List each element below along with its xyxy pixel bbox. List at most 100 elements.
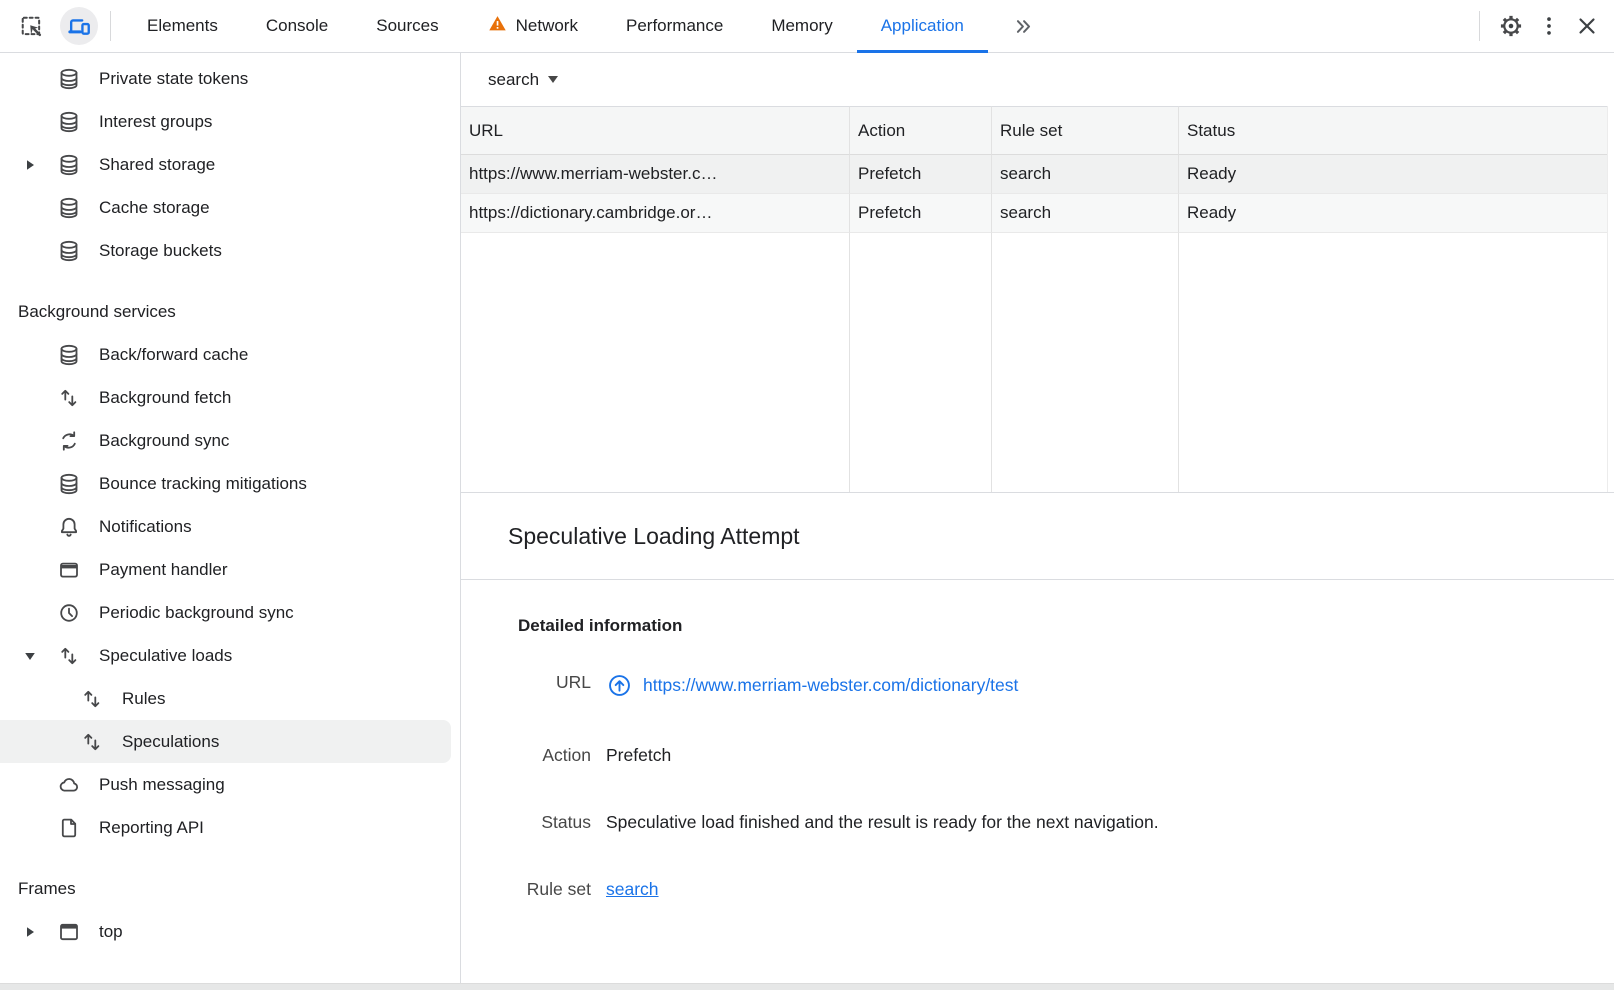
tab-network[interactable]: Network	[463, 0, 602, 52]
sidebar-item-background-fetch[interactable]: Background fetch	[0, 376, 460, 419]
tab-console[interactable]: Console	[242, 0, 352, 52]
inspect-element-button[interactable]	[12, 7, 50, 45]
sidebar-item-reporting-api[interactable]: Reporting API	[0, 806, 460, 849]
expander-down-icon[interactable]	[20, 649, 57, 663]
tab-memory[interactable]: Memory	[747, 0, 856, 52]
sidebar-item-notifications[interactable]: Notifications	[0, 505, 460, 548]
warning-icon	[487, 13, 508, 34]
expander-right-icon[interactable]	[20, 158, 57, 172]
sync-icon	[57, 429, 81, 453]
sidebar-item-label: Back/forward cache	[99, 345, 248, 365]
close-devtools-button[interactable]	[1568, 7, 1606, 45]
column-header-url[interactable]: URL	[461, 106, 850, 155]
payment-card-icon	[57, 558, 81, 582]
details-fields: URLhttps://www.merriam-webster.com/dicti…	[479, 672, 1594, 900]
sidebar-item-label: Speculations	[122, 732, 219, 752]
tabbar-right-separator	[1479, 11, 1480, 41]
document-icon	[57, 816, 81, 840]
sidebar-item-label: top	[99, 922, 123, 942]
column-header-rule-set[interactable]: Rule set	[992, 106, 1179, 155]
sidebar-item-shared-storage[interactable]: Shared storage	[0, 143, 460, 186]
table-row-0-rule-set[interactable]: search	[992, 155, 1179, 194]
sidebar-item-cache-storage[interactable]: Cache storage	[0, 186, 460, 229]
table-row-1-url[interactable]: https://dictionary.cambridge.or…	[461, 194, 850, 233]
sidebar-item-label: Periodic background sync	[99, 603, 294, 623]
tab-label: Network	[516, 16, 578, 36]
sidebar-item-label: Push messaging	[99, 775, 225, 795]
sidebar-item-label: Bounce tracking mitigations	[99, 474, 307, 494]
detail-ruleset-link[interactable]: search	[606, 879, 659, 900]
detail-field-rule-set: Rule setsearch	[479, 879, 1594, 900]
table-row-0-url[interactable]: https://www.merriam-webster.c…	[461, 155, 850, 194]
detail-value: Speculative load finished and the result…	[606, 812, 1159, 833]
sidebar-item-label: Payment handler	[99, 560, 228, 580]
database-icon	[57, 343, 81, 367]
bell-icon	[57, 515, 81, 539]
frame-icon	[57, 920, 81, 944]
open-url-icon	[606, 672, 633, 699]
table-filler	[850, 233, 992, 492]
sidebar-item-push-messaging[interactable]: Push messaging	[0, 763, 460, 806]
bottom-strip	[0, 983, 1614, 990]
sidebar-item-rules[interactable]: Rules	[0, 677, 460, 720]
ruleset-filter-value: search	[488, 70, 539, 90]
sidebar-item-periodic-background-sync[interactable]: Periodic background sync	[0, 591, 460, 634]
detail-url-link[interactable]: https://www.merriam-webster.com/dictiona…	[643, 675, 1018, 696]
column-header-action[interactable]: Action	[850, 106, 992, 155]
close-icon	[1574, 13, 1600, 39]
sidebar-section-frames: Frames	[0, 867, 460, 910]
database-icon	[57, 239, 81, 263]
more-tabs-button[interactable]	[988, 0, 1059, 52]
tabbar-right-tools	[1467, 0, 1614, 52]
cloud-icon	[57, 773, 81, 797]
tab-performance[interactable]: Performance	[602, 0, 747, 52]
sidebar-item-speculations[interactable]: Speculations	[0, 720, 451, 763]
sidebar-item-label: Background sync	[99, 431, 229, 451]
sidebar-item-top[interactable]: top	[0, 910, 460, 953]
tab-application[interactable]: Application	[857, 0, 988, 52]
ruleset-filter-select[interactable]: search	[486, 66, 560, 94]
speculations-toolbar: search	[461, 53, 1614, 106]
sidebar-item-storage-buckets[interactable]: Storage buckets	[0, 229, 460, 272]
updown-arrows-icon	[80, 730, 104, 754]
sidebar-item-label: Background fetch	[99, 388, 231, 408]
chevron-double-right-icon	[1012, 15, 1035, 38]
device-toolbar-icon	[66, 13, 93, 40]
sidebar-item-label: Storage buckets	[99, 241, 222, 261]
sidebar-item-label: Interest groups	[99, 112, 212, 132]
table-row-1-rule-set[interactable]: search	[992, 194, 1179, 233]
sidebar-item-bounce-tracking-mitigations[interactable]: Bounce tracking mitigations	[0, 462, 460, 505]
database-icon	[57, 472, 81, 496]
sidebar-item-interest-groups[interactable]: Interest groups	[0, 100, 460, 143]
sidebar-item-back-forward-cache[interactable]: Back/forward cache	[0, 333, 460, 376]
table-row-0-action[interactable]: Prefetch	[850, 155, 992, 194]
detail-label: Status	[479, 812, 591, 833]
tab-elements[interactable]: Elements	[123, 0, 242, 52]
details-titlebar: Speculative Loading Attempt	[461, 493, 1614, 580]
database-icon	[57, 67, 81, 91]
column-header-status[interactable]: Status	[1179, 106, 1607, 155]
updown-arrows-icon	[57, 386, 81, 410]
table-row-1-action[interactable]: Prefetch	[850, 194, 992, 233]
settings-button[interactable]	[1492, 7, 1530, 45]
dropdown-caret-icon	[548, 76, 558, 83]
table-row-0-status[interactable]: Ready	[1179, 155, 1607, 194]
kebab-menu-icon	[1536, 13, 1562, 39]
sidebar-item-private-state-tokens[interactable]: Private state tokens	[0, 57, 460, 100]
customize-menu-button[interactable]	[1530, 7, 1568, 45]
database-icon	[57, 153, 81, 177]
sidebar-item-label: Private state tokens	[99, 69, 248, 89]
details-title: Speculative Loading Attempt	[508, 523, 800, 550]
settings-gear-icon	[1498, 13, 1524, 39]
sidebar-item-label: Notifications	[99, 517, 192, 537]
sidebar-item-speculative-loads[interactable]: Speculative loads	[0, 634, 460, 677]
table-row-1-status[interactable]: Ready	[1179, 194, 1607, 233]
tab-list: ElementsConsoleSources Network Performance…	[123, 0, 988, 52]
application-sidebar: Private state tokens Interest groups Share…	[0, 53, 461, 983]
sidebar-item-payment-handler[interactable]: Payment handler	[0, 548, 460, 591]
expander-right-icon[interactable]	[20, 925, 57, 939]
tab-sources[interactable]: Sources	[352, 0, 462, 52]
detail-label: Action	[479, 745, 591, 766]
sidebar-item-background-sync[interactable]: Background sync	[0, 419, 460, 462]
device-toolbar-button[interactable]	[60, 7, 98, 45]
